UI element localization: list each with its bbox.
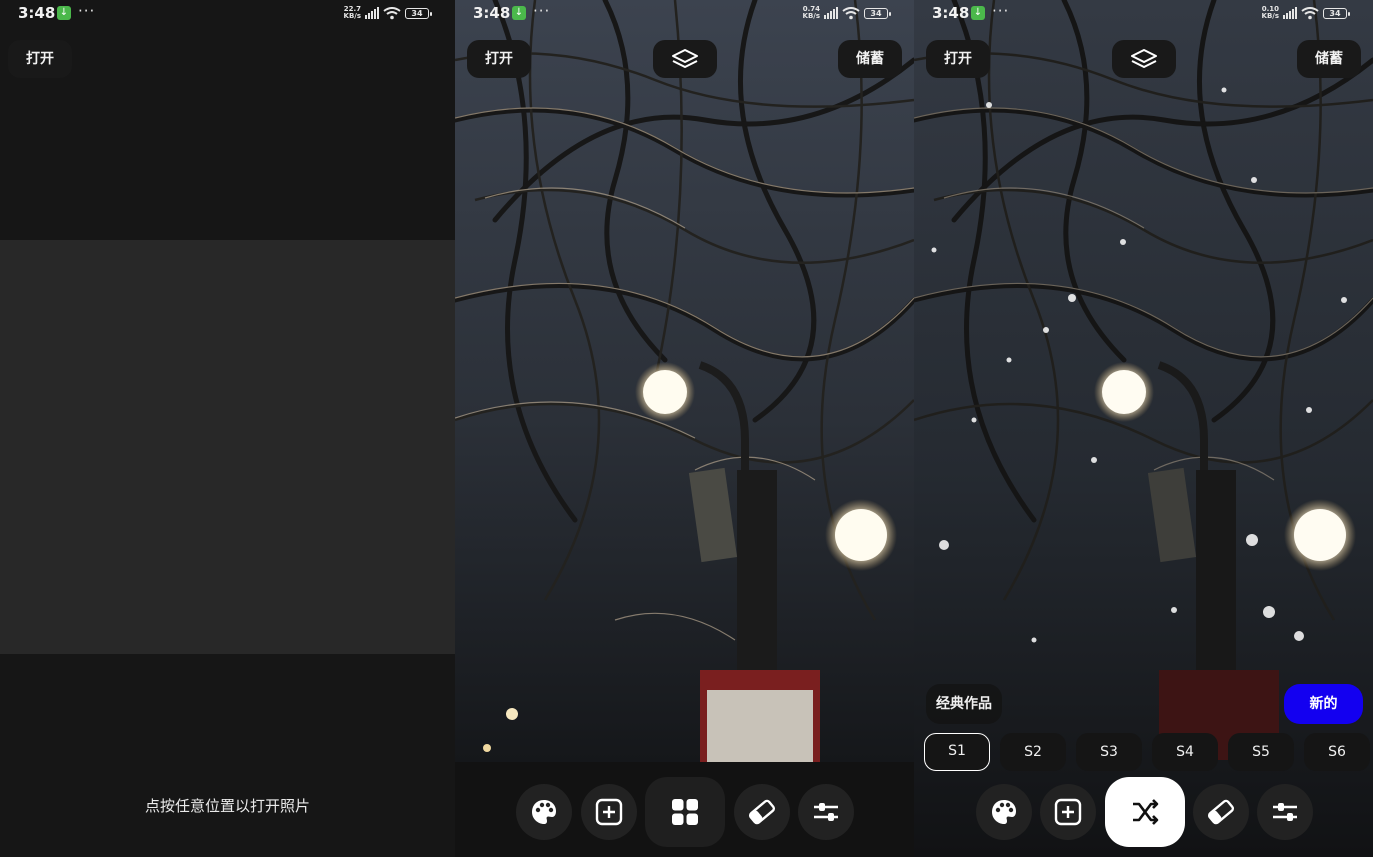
battery-icon: 34	[1323, 7, 1350, 19]
layers-icon	[1131, 49, 1157, 68]
status-bar: 3:48 ↓ ··· 0.74 KB/s 34	[455, 0, 914, 28]
screen-style-picker: 3:48 ↓ ··· 0.10 KB/s 34 打开 储蓄 经典作品 新的 S1 …	[914, 0, 1373, 857]
eraser-icon	[748, 799, 776, 825]
status-time: 3:48	[18, 4, 56, 22]
new-button[interactable]: 新的	[1284, 684, 1363, 724]
network-speed: 0.74 KB/s	[802, 5, 820, 20]
add-layer-button[interactable]	[1040, 784, 1096, 840]
wifi-icon	[383, 6, 401, 19]
more-notifications-icon: ···	[78, 2, 96, 20]
open-button[interactable]: 打开	[926, 40, 990, 78]
palette-button[interactable]	[516, 784, 572, 840]
layers-button[interactable]	[653, 40, 717, 78]
wifi-icon	[842, 6, 860, 19]
download-icon: ↓	[57, 6, 71, 20]
shuffle-icon	[1133, 799, 1159, 825]
shuffle-button[interactable]	[1105, 777, 1185, 847]
network-speed: 0.10 KB/s	[1261, 5, 1279, 20]
save-button[interactable]: 储蓄	[838, 40, 902, 78]
bottom-toolbar	[455, 762, 914, 857]
screen-empty-editor: 3:48 ↓ ··· 22.7 KB/s 34 打开 点按任意位置以打开照片	[0, 0, 455, 857]
download-icon: ↓	[512, 6, 526, 20]
grid-button[interactable]	[645, 777, 725, 847]
sliders-icon	[814, 803, 838, 821]
status-bar: 3:48 ↓ ··· 22.7 KB/s 34	[0, 0, 455, 28]
photo-canvas[interactable]	[914, 0, 1373, 857]
adjust-button[interactable]	[798, 784, 854, 840]
classic-works-label[interactable]: 经典作品	[926, 684, 1002, 724]
bottom-toolbar	[914, 762, 1373, 857]
signal-icon	[1283, 7, 1297, 19]
palette-icon	[992, 800, 1016, 824]
open-photo-hint: 点按任意位置以打开照片	[144, 797, 310, 815]
open-button[interactable]: 打开	[8, 40, 72, 78]
palette-button[interactable]	[976, 784, 1032, 840]
download-icon: ↓	[971, 6, 985, 20]
eraser-icon	[1207, 799, 1235, 825]
eraser-button[interactable]	[734, 784, 790, 840]
signal-icon	[824, 7, 838, 19]
status-bar: 3:48 ↓ ··· 0.10 KB/s 34	[914, 0, 1373, 28]
photo-canvas[interactable]	[455, 0, 914, 762]
network-speed: 22.7 KB/s	[343, 5, 361, 20]
signal-icon	[365, 7, 379, 19]
layers-button[interactable]	[1112, 40, 1176, 78]
add-layer-button[interactable]	[581, 784, 637, 840]
battery-icon: 34	[864, 7, 891, 19]
open-button[interactable]: 打开	[467, 40, 531, 78]
status-time: 3:48	[473, 4, 511, 22]
wifi-icon	[1301, 6, 1319, 19]
battery-icon: 34	[405, 7, 432, 19]
more-notifications-icon: ···	[992, 2, 1010, 20]
photo-canvas-placeholder[interactable]	[0, 240, 455, 654]
save-button[interactable]: 储蓄	[1297, 40, 1361, 78]
palette-icon	[532, 800, 556, 824]
status-time: 3:48	[932, 4, 970, 22]
sliders-icon	[1273, 803, 1297, 821]
eraser-button[interactable]	[1193, 784, 1249, 840]
add-box-icon	[1054, 798, 1082, 826]
layers-icon	[672, 49, 698, 68]
screen-photo-loaded: 3:48 ↓ ··· 0.74 KB/s 34 打开 储蓄	[455, 0, 914, 857]
add-box-icon	[595, 798, 623, 826]
more-notifications-icon: ···	[533, 2, 551, 20]
grid-icon	[672, 799, 698, 825]
adjust-button[interactable]	[1257, 784, 1313, 840]
